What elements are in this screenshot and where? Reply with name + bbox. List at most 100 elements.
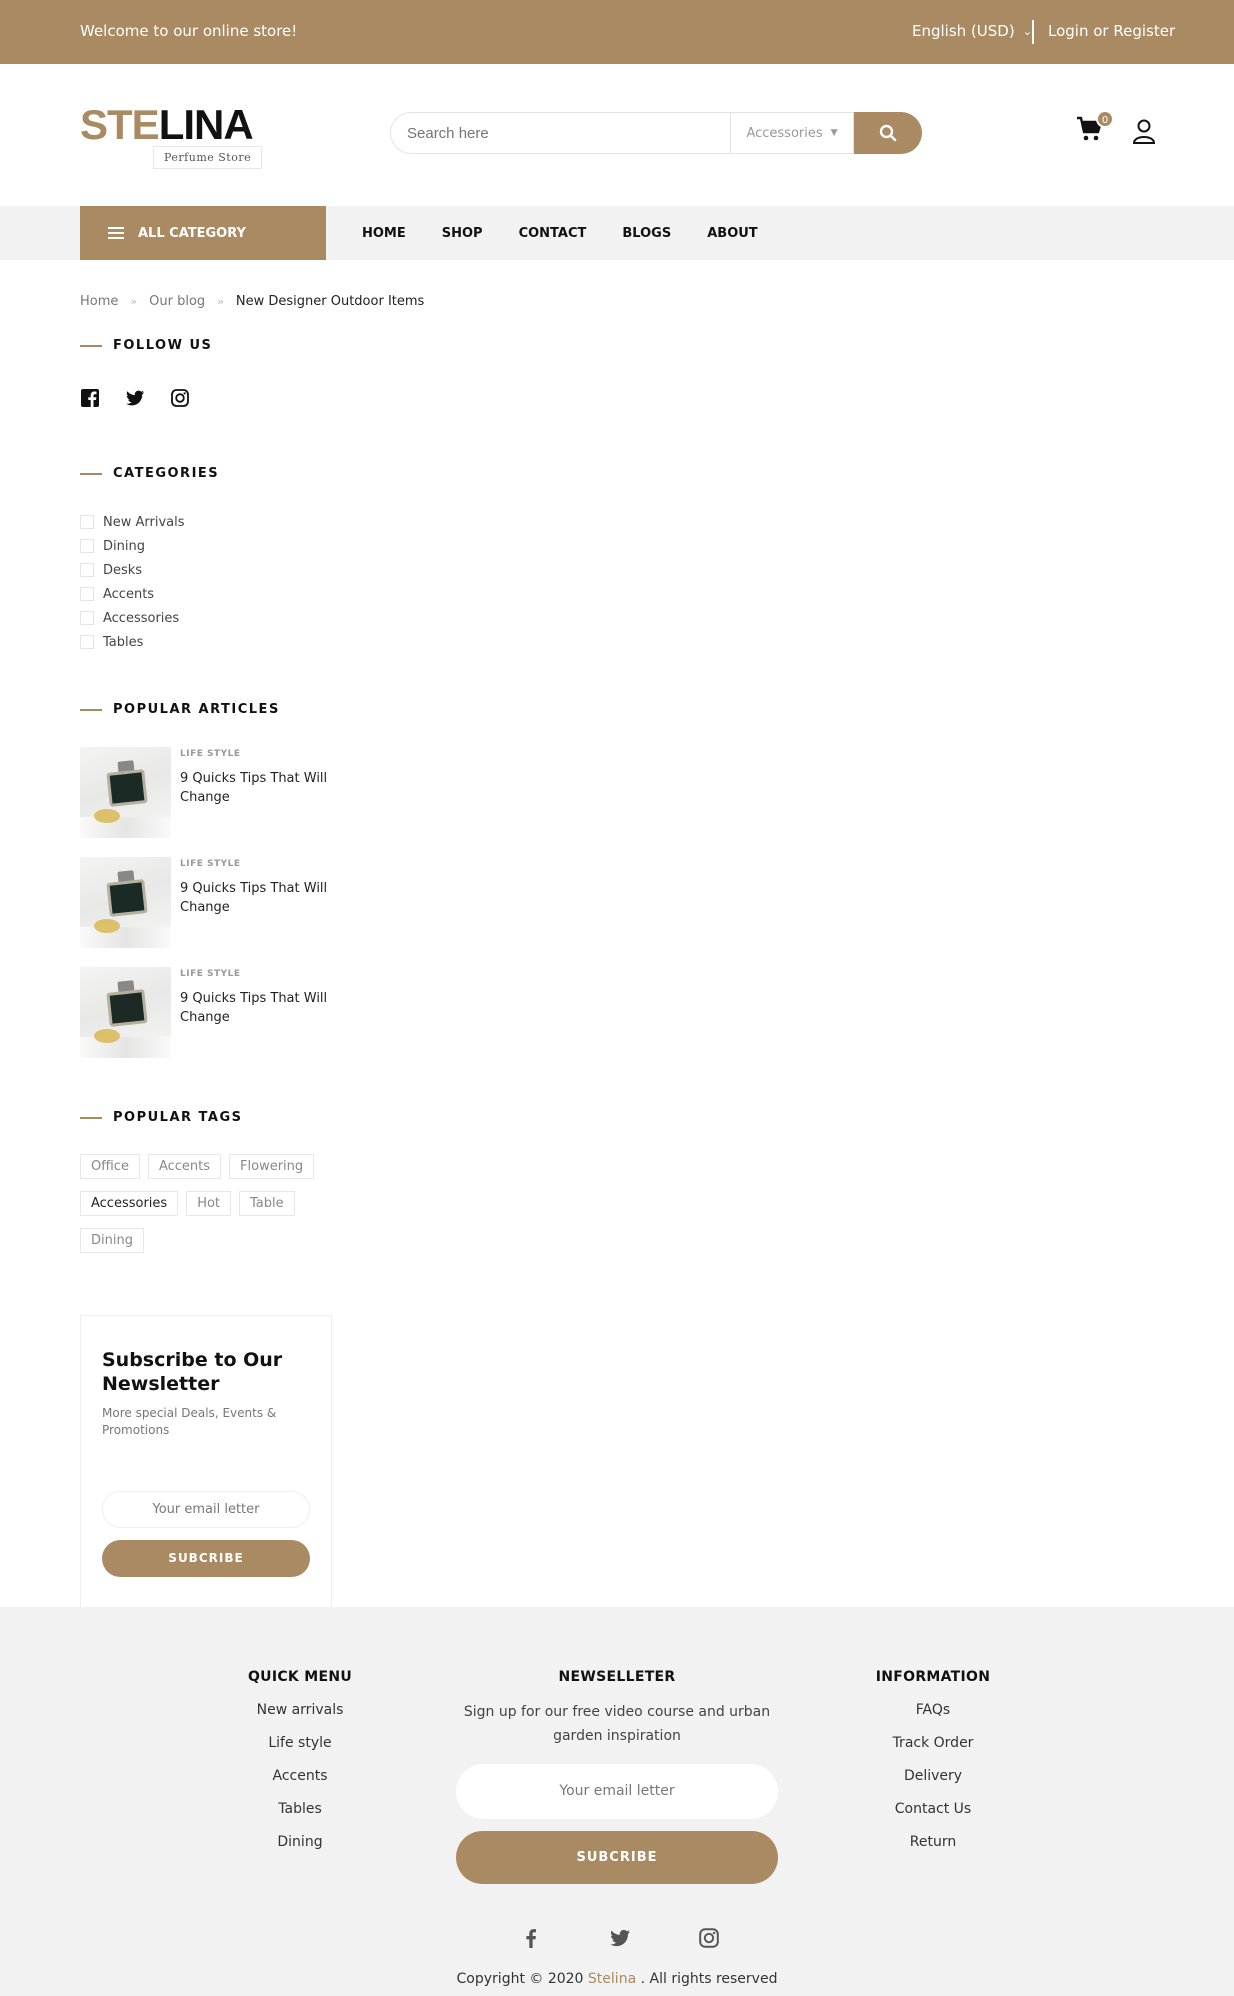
popular-articles-list: LIFE STYLE 9 Quicks Tips That Will Chang…: [80, 747, 340, 1077]
login-register-link[interactable]: Login or Register: [1048, 22, 1175, 40]
category-label: Desks: [103, 562, 143, 578]
nav-shop[interactable]: SHOP: [442, 226, 483, 241]
categories-heading: CATEGORIES: [80, 466, 219, 481]
menu-icon: [108, 224, 124, 242]
footer-link[interactable]: Return: [853, 1834, 1013, 1867]
instagram-icon[interactable]: [170, 388, 190, 408]
article-item[interactable]: LIFE STYLE 9 Quicks Tips That Will Chang…: [80, 747, 340, 839]
copyright: Copyright © 2020 Stelina . All rights re…: [0, 1971, 1234, 1987]
footer-subscribe-button[interactable]: SUBCRIBE: [456, 1831, 778, 1884]
search-category-select[interactable]: Accessories ▼: [730, 112, 854, 154]
category-checkbox[interactable]: [80, 539, 94, 553]
footer-news-text: Sign up for our free video course and ur…: [463, 1704, 771, 1744]
article-thumbnail[interactable]: [80, 967, 171, 1058]
tag-accessories[interactable]: Accessories: [80, 1191, 179, 1216]
tag-hot[interactable]: Hot: [186, 1191, 232, 1216]
breadcrumb-blog[interactable]: Our blog: [149, 294, 205, 309]
category-item[interactable]: Accessories: [80, 606, 185, 630]
nav-home[interactable]: HOME: [362, 226, 406, 241]
article-thumbnail[interactable]: [80, 857, 171, 948]
newsletter-email-input[interactable]: Your email letter: [102, 1491, 310, 1528]
article-thumbnail[interactable]: [80, 747, 171, 838]
footer-quick-title: QUICK MENU: [247, 1669, 353, 1685]
chevron-right-icon: »: [130, 295, 138, 308]
heading-accent-line: [80, 472, 102, 475]
heading-accent-line: [80, 1116, 102, 1119]
category-item[interactable]: New Arrivals: [80, 510, 185, 534]
search-button[interactable]: [854, 112, 922, 154]
tag-office[interactable]: Office: [80, 1154, 140, 1179]
category-checkbox[interactable]: [80, 635, 94, 649]
search-category-value: Accessories: [746, 125, 823, 141]
categories-title: CATEGORIES: [113, 466, 220, 481]
category-checkbox[interactable]: [80, 587, 94, 601]
tag-accents[interactable]: Accents: [147, 1154, 222, 1179]
logo[interactable]: STELINA Perfume Store: [80, 101, 280, 169]
article-item[interactable]: LIFE STYLE 9 Quicks Tips That Will Chang…: [80, 857, 340, 949]
newsletter-title: Subscribe to Our Newsletter: [102, 1349, 283, 1395]
logo-part-1: STE: [80, 101, 160, 148]
facebook-icon[interactable]: [520, 1927, 542, 1949]
popular-articles-title: POPULAR ARTICLES: [113, 702, 280, 717]
footer-link[interactable]: Tables: [220, 1801, 380, 1834]
category-label: Tables: [103, 634, 144, 650]
nav-about[interactable]: ABOUT: [707, 226, 757, 241]
breadcrumb-current: New Designer Outdoor Items: [235, 294, 425, 309]
category-checkbox[interactable]: [80, 563, 94, 577]
breadcrumb-home[interactable]: Home: [80, 294, 118, 309]
footer-link[interactable]: Delivery: [853, 1768, 1013, 1801]
nav-blogs[interactable]: BLOGS: [622, 226, 671, 241]
tag-dining[interactable]: Dining: [80, 1228, 144, 1253]
category-label: Accessories: [103, 610, 180, 626]
cart-button[interactable]: 0: [1076, 110, 1114, 148]
chevron-right-icon: »: [217, 295, 224, 308]
footer-link[interactable]: Dining: [220, 1834, 380, 1867]
language-selector[interactable]: English (USD) ⌄: [912, 22, 1032, 40]
popular-tags-title: POPULAR TAGS: [113, 1110, 243, 1125]
breadcrumb: Home » Our blog » New Designer Outdoor Items: [80, 294, 424, 309]
instagram-icon[interactable]: [698, 1927, 720, 1949]
tag-flowering[interactable]: Flowering: [229, 1154, 315, 1179]
article-title[interactable]: 9 Quicks Tips That Will Change: [180, 769, 330, 807]
tag-table[interactable]: Table: [239, 1191, 295, 1216]
copyright-brand-link[interactable]: Stelina: [588, 1971, 636, 1987]
all-category-button[interactable]: ALL CATEGORY: [80, 206, 326, 260]
footer-link[interactable]: Life style: [220, 1735, 380, 1768]
article-title[interactable]: 9 Quicks Tips That Will Change: [180, 989, 330, 1027]
category-item[interactable]: Dining: [80, 534, 185, 558]
facebook-icon[interactable]: [80, 388, 100, 408]
article-category: LIFE STYLE: [180, 859, 241, 869]
search-icon: [879, 124, 897, 142]
category-item[interactable]: Desks: [80, 558, 185, 582]
footer-link[interactable]: New arrivals: [220, 1702, 380, 1735]
category-label: New Arrivals: [103, 514, 185, 530]
footer-link[interactable]: Contact Us: [853, 1801, 1013, 1834]
category-checkbox[interactable]: [80, 611, 94, 625]
account-button[interactable]: [1132, 118, 1158, 146]
footer-email-input[interactable]: Your email letter: [456, 1764, 778, 1819]
footer-link[interactable]: Track Order: [853, 1735, 1013, 1768]
category-item[interactable]: Tables: [80, 630, 185, 654]
nav-contact[interactable]: CONTACT: [519, 226, 587, 241]
newsletter-subscribe-button[interactable]: SUBCRIBE: [102, 1540, 310, 1577]
article-category: LIFE STYLE: [180, 749, 241, 759]
article-title[interactable]: 9 Quicks Tips That Will Change: [180, 879, 330, 917]
category-checkbox[interactable]: [80, 515, 94, 529]
twitter-icon[interactable]: [609, 1927, 631, 1949]
twitter-icon[interactable]: [125, 388, 145, 408]
footer-link[interactable]: Accents: [220, 1768, 380, 1801]
user-icon: [1132, 119, 1156, 144]
newsletter-text: More special Deals, Events & Promotions: [102, 1406, 277, 1437]
footer-link[interactable]: FAQs: [853, 1702, 1013, 1735]
cart-count-badge: 0: [1096, 110, 1114, 128]
article-category: LIFE STYLE: [180, 969, 241, 979]
logo-tagline: Perfume Store: [153, 146, 263, 169]
copyright-prefix: Copyright © 2020: [456, 1971, 584, 1987]
popular-tags-heading: POPULAR TAGS: [80, 1110, 243, 1125]
all-category-label: ALL CATEGORY: [138, 225, 246, 241]
category-item[interactable]: Accents: [80, 582, 185, 606]
search-input[interactable]: [390, 112, 730, 154]
divider: [1032, 20, 1034, 44]
popular-articles-heading: POPULAR ARTICLES: [80, 702, 280, 717]
article-item[interactable]: LIFE STYLE 9 Quicks Tips That Will Chang…: [80, 967, 340, 1059]
